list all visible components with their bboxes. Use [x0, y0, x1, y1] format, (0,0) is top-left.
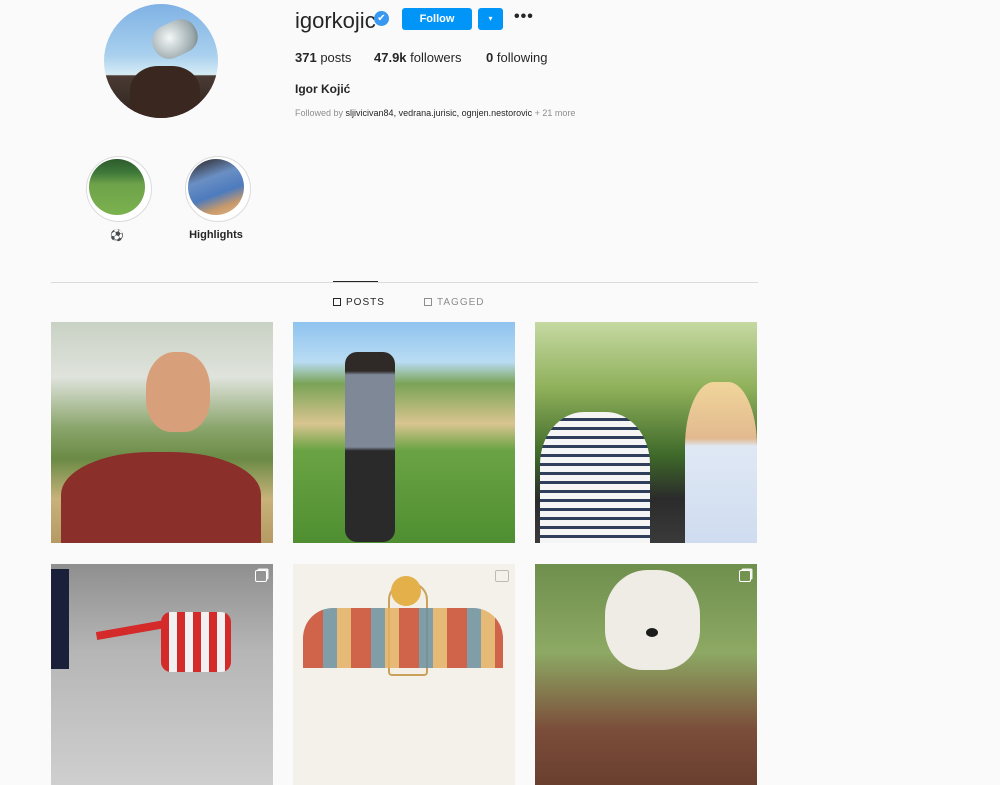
post-thumbnail[interactable] — [51, 564, 273, 785]
video-icon — [495, 570, 509, 582]
post-photo-player — [161, 612, 231, 672]
posts-label: posts — [320, 50, 352, 65]
followed-by-more: + 21 more — [534, 108, 576, 118]
followed-by-text[interactable]: Followed by sljivicivan84, vedrana.juris… — [295, 108, 575, 118]
post-photo-dog-nose — [646, 628, 658, 637]
post-photo-icon-halo — [391, 576, 421, 606]
followed-by-users: sljivicivan84, vedrana.jurisic, ognjen.n… — [345, 108, 533, 118]
highlight-highlights-label: Highlights — [189, 229, 243, 241]
post-thumbnail[interactable] — [293, 322, 515, 543]
profile-username: igorkojic — [295, 8, 376, 33]
profile-full-name: Igor Kojić — [295, 82, 351, 96]
followers-count-stat[interactable]: 47.9k followers — [374, 50, 461, 65]
post-photo — [51, 564, 273, 785]
suggested-dropdown-button[interactable]: ▾ — [478, 8, 503, 30]
tab-posts[interactable]: POSTS — [333, 297, 385, 308]
posts-count-stat: 371 posts — [295, 50, 351, 65]
tab-posts-label: POSTS — [346, 297, 385, 308]
followed-by-prefix: Followed by — [295, 108, 344, 118]
posts-count: 371 — [295, 50, 317, 65]
followers-label: followers — [410, 50, 462, 65]
tab-tagged[interactable]: TAGGED — [424, 297, 484, 308]
followers-count: 47.9k — [374, 50, 407, 65]
post-photo-person-right — [685, 382, 757, 543]
avatar-photo-figure — [130, 66, 200, 118]
highlight-highlights-thumbnail — [188, 159, 244, 215]
post-photo — [293, 322, 515, 543]
multiple-photos-icon — [255, 570, 267, 582]
following-count-stat[interactable]: 0 following — [486, 50, 547, 65]
grid-icon — [333, 298, 341, 306]
following-label: following — [496, 50, 548, 65]
tabs-divider — [51, 282, 758, 283]
highlight-football-thumbnail — [89, 159, 145, 215]
follow-button[interactable]: Follow — [402, 8, 472, 30]
highlight-football[interactable] — [86, 156, 152, 222]
profile-avatar[interactable] — [104, 4, 218, 118]
avatar-photo-bottle — [146, 13, 204, 65]
post-photo-opponent — [51, 569, 69, 669]
more-options-icon[interactable]: ••• — [514, 9, 534, 25]
post-thumbnail[interactable] — [535, 322, 757, 543]
post-photo-dog — [605, 570, 700, 670]
post-photo-person — [146, 352, 210, 432]
post-photo-hoodie — [61, 452, 261, 543]
following-count: 0 — [486, 50, 494, 65]
post-thumbnail[interactable] — [535, 564, 757, 785]
post-photo-person-left — [540, 412, 650, 543]
post-thumbnail[interactable] — [293, 564, 515, 785]
tab-tagged-label: TAGGED — [437, 297, 485, 308]
multiple-photos-icon — [739, 570, 751, 582]
post-thumbnail[interactable] — [51, 322, 273, 543]
highlight-football-label: ⚽ — [110, 230, 124, 242]
active-tab-indicator — [333, 281, 378, 282]
post-photo-person — [345, 352, 395, 542]
highlight-highlights[interactable] — [185, 156, 251, 222]
tag-icon — [424, 298, 432, 306]
verified-badge-icon: ✔ — [374, 11, 389, 26]
post-photo-icon-saints — [303, 608, 503, 668]
